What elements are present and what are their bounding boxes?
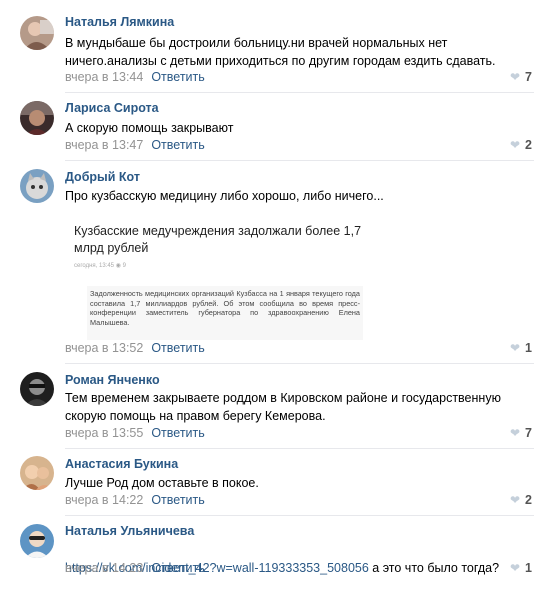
reply-button[interactable]: Ответить <box>151 138 204 152</box>
comment-time[interactable]: вчера в 14:23 <box>65 561 143 575</box>
divider <box>65 92 534 93</box>
like-count: 1 <box>525 341 532 355</box>
divider <box>65 448 534 449</box>
comment-time[interactable]: вчера в 14:22 <box>65 493 143 507</box>
like-button[interactable]: ❤ 1 <box>510 561 532 575</box>
heart-icon: ❤ <box>509 493 521 507</box>
like-count: 1 <box>525 561 532 575</box>
like-count: 7 <box>525 70 532 84</box>
comment-author[interactable]: Роман Янченко <box>65 373 160 387</box>
comment-meta: вчера в 13:52 Ответить <box>65 341 205 355</box>
comment-time[interactable]: вчера в 13:47 <box>65 138 143 152</box>
reply-button[interactable]: Ответить <box>151 70 204 84</box>
heart-icon: ❤ <box>509 138 521 152</box>
avatar[interactable] <box>20 101 54 135</box>
reply-button[interactable]: Ответить <box>151 341 204 355</box>
avatar[interactable] <box>20 524 54 558</box>
comment-meta: вчера в 14:22 Ответить <box>65 493 205 507</box>
heart-icon: ❤ <box>509 341 521 355</box>
comment-time[interactable]: вчера в 13:55 <box>65 426 143 440</box>
divider <box>65 515 534 516</box>
like-count: 2 <box>525 493 532 507</box>
like-button[interactable]: ❤ 2 <box>510 493 532 507</box>
comment-meta: вчера в 14:23 Ответить <box>65 561 205 575</box>
comment-text: А скорую помощь закрывают <box>65 121 234 135</box>
heart-icon: ❤ <box>509 70 521 84</box>
like-button[interactable]: ❤ 7 <box>510 426 532 440</box>
comment-text-after: а это что было тогда? <box>368 561 500 575</box>
comment-time[interactable]: вчера в 13:52 <box>65 341 143 355</box>
comment-meta: вчера в 13:55 Ответить <box>65 426 205 440</box>
comment-time[interactable]: вчера в 13:44 <box>65 70 143 84</box>
attachment-body: Задолженность медицинских организаций Ку… <box>87 286 363 340</box>
comment-author[interactable]: Наталья Ульяничева <box>65 524 194 538</box>
like-count: 7 <box>525 426 532 440</box>
like-button[interactable]: ❤ 1 <box>510 341 532 355</box>
heart-icon: ❤ <box>509 561 521 575</box>
divider <box>65 160 534 161</box>
avatar[interactable] <box>20 456 54 490</box>
comment-text: Тем временем закрываете роддом в Кировск… <box>65 391 501 423</box>
like-button[interactable]: ❤ 7 <box>510 70 532 84</box>
avatar[interactable] <box>20 169 54 203</box>
comment-meta: вчера в 13:44 Ответить <box>65 70 205 84</box>
reply-button[interactable]: Ответить <box>151 426 204 440</box>
comment-text: Лучше Род дом оставьте в покое. <box>65 476 259 490</box>
heart-icon: ❤ <box>509 426 521 440</box>
comment-author[interactable]: Добрый Кот <box>65 170 140 184</box>
comment-author[interactable]: Лариса Сирота <box>65 101 159 115</box>
avatar[interactable] <box>20 16 54 50</box>
reply-button[interactable]: Ответить <box>151 493 204 507</box>
comment-text: В мундыбаше бы достроили больницу.ни вра… <box>65 36 496 68</box>
like-button[interactable]: ❤ 2 <box>510 138 532 152</box>
attachment-meta: сегодня, 13:45 ◉ 9 <box>74 263 126 269</box>
divider <box>65 363 534 364</box>
comment-meta: вчера в 13:47 Ответить <box>65 138 205 152</box>
attachment-title: Кузбасские медучреждения задолжали более… <box>74 224 362 255</box>
comment-author[interactable]: Наталья Лямкина <box>65 15 174 29</box>
comment-author[interactable]: Анастасия Букина <box>65 457 178 471</box>
avatar[interactable] <box>20 372 54 406</box>
reply-button[interactable]: Ответить <box>151 561 204 575</box>
link-attachment[interactable]: Кузбасские медучреждения задолжали более… <box>65 222 385 350</box>
comment-text: Про кузбасскую медицину либо хорошо, либ… <box>65 189 384 203</box>
like-count: 2 <box>525 138 532 152</box>
